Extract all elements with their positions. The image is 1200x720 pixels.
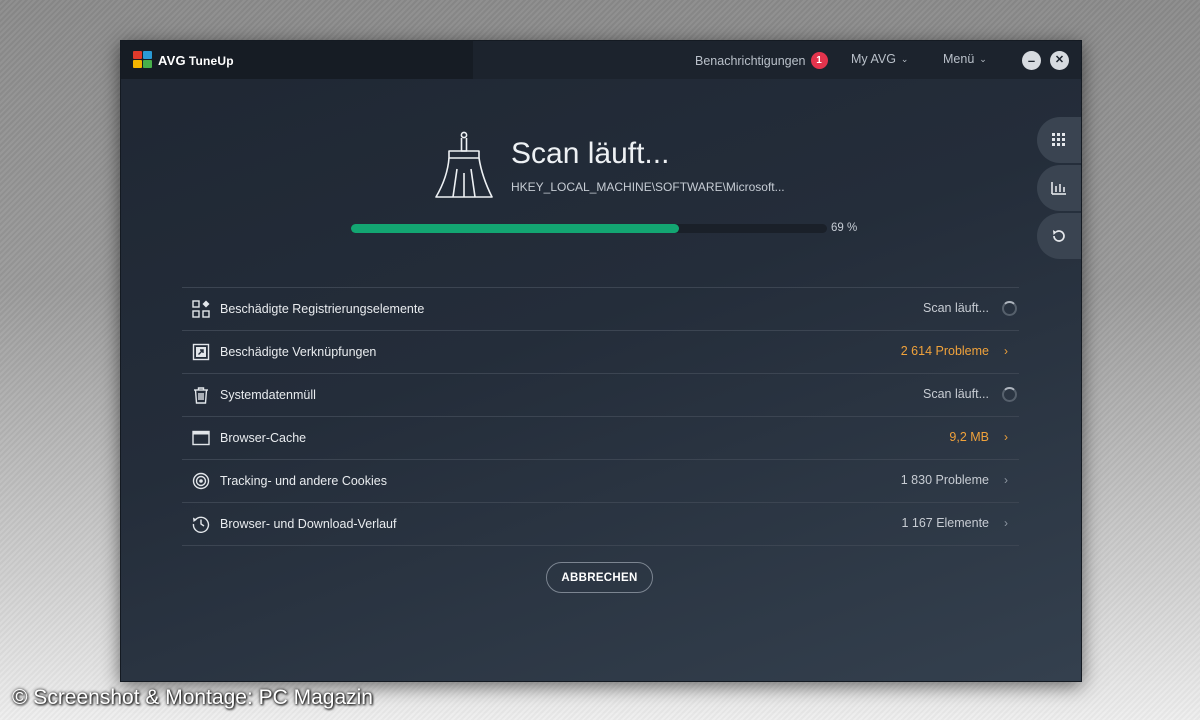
my-avg-menu[interactable]: My AVG ⌄: [851, 52, 908, 66]
side-nav-grid-button[interactable]: [1037, 117, 1081, 163]
app-window: AVG TuneUp Benachrichtigungen 1 My AVG ⌄ …: [120, 40, 1082, 682]
cancel-button[interactable]: ABBRECHEN: [546, 562, 653, 593]
notifications-menu[interactable]: Benachrichtigungen 1: [695, 52, 828, 69]
scan-results-list: Beschädigte Registrierungselemente Scan …: [182, 287, 1019, 546]
result-count: 2 614 Probleme: [900, 344, 989, 358]
result-count: 1 830 Probleme: [900, 473, 989, 487]
result-size: 9,2 MB: [949, 430, 989, 444]
chevron-right-icon: ›: [1004, 344, 1008, 358]
minimize-icon: –: [1027, 53, 1036, 68]
brand-name: AVG TuneUp: [158, 53, 234, 68]
chevron-right-icon: ›: [1004, 430, 1008, 444]
watermark-credit: © Screenshot & Montage: PC Magazin: [12, 686, 373, 709]
scan-title: Scan läuft...: [511, 137, 670, 170]
menu-label: Menü: [943, 52, 975, 66]
result-label: Beschädigte Registrierungselemente: [220, 302, 425, 316]
notifications-label: Benachrichtigungen: [695, 53, 806, 68]
loading-spinner-icon: [1002, 301, 1017, 316]
loading-spinner-icon: [1002, 387, 1017, 402]
scan-header: Scan läuft... HKEY_LOCAL_MACHINE\SOFTWAR…: [433, 131, 883, 211]
product-label: TuneUp: [188, 53, 234, 68]
brand-label: AVG: [158, 52, 186, 68]
scan-current-path: HKEY_LOCAL_MACHINE\SOFTWARE\Microsoft...: [511, 180, 785, 194]
chevron-down-icon: ⌄: [900, 53, 909, 64]
result-label: Browser- und Download-Verlauf: [220, 517, 397, 531]
chevron-right-icon: ›: [1004, 516, 1008, 530]
side-nav-stats-button[interactable]: [1037, 165, 1081, 211]
target-icon: [192, 472, 210, 490]
notifications-badge: 1: [810, 52, 828, 69]
minimize-button[interactable]: –: [1022, 51, 1041, 70]
broom-icon: [435, 131, 493, 198]
scan-progress-label: 69 %: [831, 222, 858, 234]
scan-progress-bar: [351, 224, 827, 233]
result-row-cookies[interactable]: Tracking- und andere Cookies 1 830 Probl…: [182, 460, 1019, 503]
grid-icon: [1052, 133, 1065, 146]
side-navigation: [1037, 117, 1081, 261]
chevron-right-icon: ›: [1004, 473, 1008, 487]
trash-icon: [194, 387, 208, 404]
result-row-browser-cache[interactable]: Browser-Cache 9,2 MB ›: [182, 417, 1019, 460]
result-row-junk[interactable]: Systemdatenmüll Scan läuft...: [182, 374, 1019, 417]
undo-icon: [1053, 230, 1065, 242]
result-count: 1 167 Elemente: [901, 516, 989, 530]
result-label: Systemdatenmüll: [220, 388, 316, 402]
browser-window-icon: [192, 430, 210, 446]
result-row-registry[interactable]: Beschädigte Registrierungselemente Scan …: [182, 288, 1019, 331]
main-menu[interactable]: Menü ⌄: [943, 52, 987, 66]
registry-icon: [192, 300, 210, 318]
scan-progress-fill: [351, 224, 680, 233]
result-status: Scan läuft...: [922, 387, 989, 401]
result-label: Browser-Cache: [220, 431, 307, 445]
chevron-down-icon: ⌄: [979, 53, 987, 64]
result-row-history[interactable]: Browser- und Download-Verlauf 1 167 Elem…: [182, 503, 1019, 546]
result-label: Beschädigte Verknüpfungen: [220, 345, 377, 359]
my-avg-label: My AVG: [851, 52, 896, 66]
result-label: Tracking- und andere Cookies: [220, 474, 387, 488]
avg-logo-icon: [133, 51, 153, 69]
bar-chart-icon: [1051, 182, 1066, 195]
side-nav-undo-button[interactable]: [1037, 213, 1081, 259]
avg-logo: AVG TuneUp: [133, 51, 234, 69]
result-row-shortcuts[interactable]: Beschädigte Verknüpfungen 2 614 Probleme…: [182, 331, 1019, 374]
shortcut-icon: [192, 343, 210, 361]
title-bar-brand-area: AVG TuneUp: [121, 41, 473, 79]
close-button[interactable]: ✕: [1050, 51, 1069, 70]
close-icon: ✕: [1054, 54, 1065, 66]
title-bar: AVG TuneUp Benachrichtigungen 1 My AVG ⌄ …: [121, 41, 1081, 79]
result-status: Scan läuft...: [922, 301, 989, 315]
history-icon: [192, 516, 210, 533]
